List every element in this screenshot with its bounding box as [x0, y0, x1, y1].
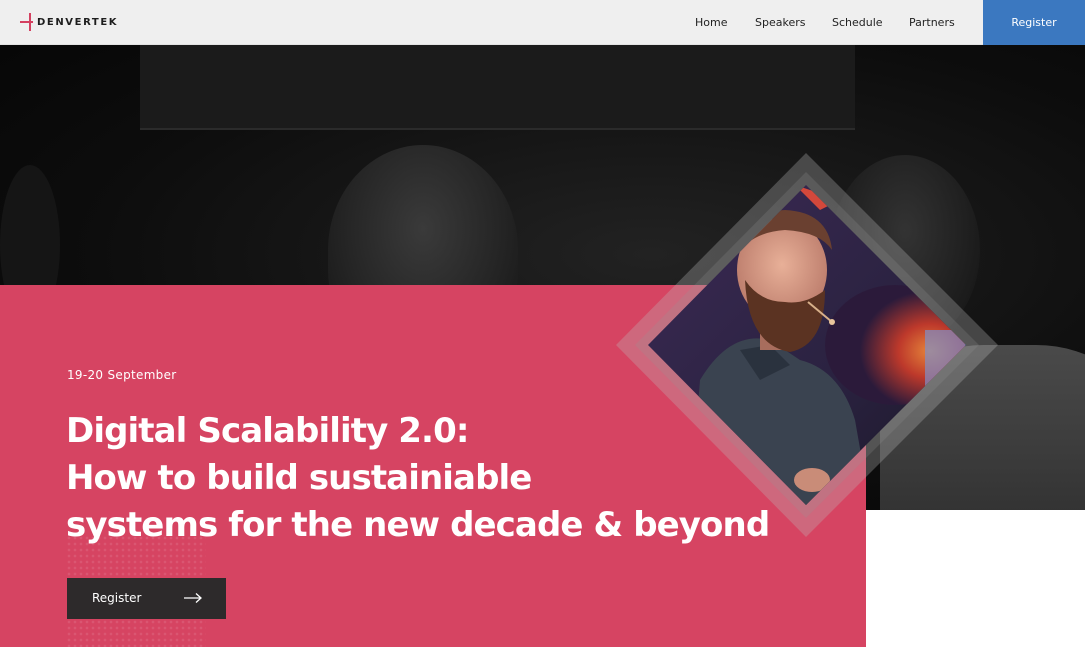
hero-title-line: systems for the new decade & beyond	[66, 505, 770, 545]
event-date: 19-20 September	[67, 368, 177, 382]
hero-register-button[interactable]: Register	[67, 578, 226, 619]
hero-title-line: Digital Scalability 2.0:	[66, 411, 469, 451]
header-register-button[interactable]: Register	[983, 0, 1085, 45]
site-header: DENVERTEK Home Speakers Schedule Partner…	[0, 0, 1085, 45]
nav-schedule[interactable]: Schedule	[832, 16, 883, 29]
register-button-label: Register	[92, 591, 142, 605]
logo-mark-icon	[20, 13, 34, 31]
nav-home[interactable]: Home	[695, 16, 727, 29]
arrow-right-icon	[184, 593, 202, 603]
hero-title-line: How to build sustainiable	[66, 458, 532, 498]
audience-silhouette	[880, 345, 1085, 510]
logo-text: DENVERTEK	[37, 16, 119, 28]
nav-partners[interactable]: Partners	[909, 16, 955, 29]
nav-speakers[interactable]: Speakers	[755, 16, 805, 29]
hero-title: Digital Scalability 2.0: How to build su…	[66, 408, 770, 549]
stage-screen	[140, 45, 855, 130]
logo[interactable]: DENVERTEK	[20, 13, 118, 31]
